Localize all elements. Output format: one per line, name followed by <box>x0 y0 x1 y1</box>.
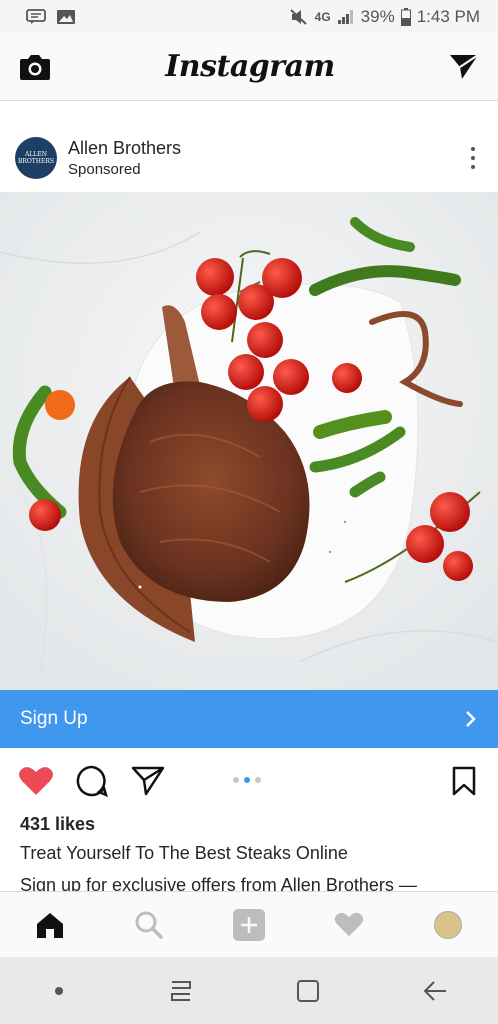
mute-icon <box>289 8 307 25</box>
home-system-button[interactable] <box>288 971 328 1011</box>
battery-percent: 39% <box>360 6 395 26</box>
profile-avatar <box>434 910 463 939</box>
chevron-right-icon <box>466 711 476 727</box>
recents-icon <box>170 980 191 1001</box>
dot-icon <box>471 156 475 160</box>
previous-post-edge <box>0 101 498 107</box>
recents-button[interactable] <box>161 971 201 1011</box>
nav-activity[interactable] <box>329 905 369 945</box>
carousel-dot <box>244 777 250 783</box>
nav-home[interactable] <box>30 905 70 945</box>
app-bar: Instagram <box>0 33 498 101</box>
send-icon <box>131 766 165 796</box>
back-arrow-icon <box>423 980 446 1001</box>
signal-icon <box>337 9 353 24</box>
share-button[interactable] <box>130 763 166 799</box>
caption-headline: Treat Yourself To The Best Steaks Online <box>20 843 348 863</box>
carousel-dot <box>233 777 239 783</box>
clock: 1:43 PM <box>416 6 480 26</box>
add-post-icon <box>232 908 265 941</box>
bookmark-icon <box>452 766 476 796</box>
avatar[interactable]: ALLEN BROTHERS <box>15 137 57 179</box>
network-type: 4G <box>314 9 331 24</box>
caption-text[interactable]: Sign up for exclusive offers from Allen … <box>20 875 417 891</box>
avatar-logo-text: ALLEN BROTHERS <box>17 151 55 165</box>
cta-label: Sign Up <box>20 708 88 729</box>
system-nav <box>0 957 498 1024</box>
nav-profile[interactable] <box>428 905 468 945</box>
nav-search[interactable] <box>129 905 169 945</box>
back-button[interactable] <box>415 971 455 1011</box>
dot-icon <box>54 986 63 995</box>
status-bar: 4G 39% 1:43 PM <box>0 0 498 33</box>
dot-icon <box>471 147 475 151</box>
camera-icon <box>20 54 50 80</box>
like-button[interactable] <box>18 763 54 799</box>
post-image[interactable] <box>0 192 498 690</box>
system-dot-button[interactable] <box>44 976 74 1006</box>
more-options-button[interactable] <box>463 143 483 173</box>
direct-message-button[interactable] <box>448 52 480 82</box>
app-logo: Instagram <box>165 49 335 84</box>
camera-button[interactable] <box>18 52 52 82</box>
bottom-nav <box>0 891 498 957</box>
gallery-notification-icon <box>57 9 75 24</box>
save-button[interactable] <box>452 766 476 801</box>
likes-count[interactable]: 431 likes <box>20 814 95 835</box>
dot-icon <box>471 165 475 169</box>
square-home-icon <box>296 979 319 1002</box>
heart-filled-icon <box>19 767 53 795</box>
search-icon <box>135 911 164 939</box>
steak-photo <box>0 192 498 690</box>
comment-button[interactable] <box>74 763 110 799</box>
sponsored-label: Sponsored <box>68 161 141 178</box>
carousel-indicator <box>233 777 261 783</box>
nav-new-post[interactable] <box>229 905 269 945</box>
home-icon <box>36 912 63 938</box>
post-actions <box>0 758 498 804</box>
carousel-dot <box>255 777 261 783</box>
heart-icon <box>334 912 363 937</box>
author-block: Allen Brothers Sponsored <box>68 138 463 178</box>
comment-icon <box>76 765 108 798</box>
direct-send-icon <box>450 53 479 79</box>
message-notification-icon <box>26 8 46 24</box>
author-name[interactable]: Allen Brothers <box>68 138 463 159</box>
post-header: ALLEN BROTHERS Allen Brothers Sponsored <box>0 123 498 193</box>
feed: ALLEN BROTHERS Allen Brothers Sponsored <box>0 101 498 891</box>
sign-up-cta[interactable]: Sign Up <box>0 690 498 748</box>
battery-icon <box>400 7 411 26</box>
